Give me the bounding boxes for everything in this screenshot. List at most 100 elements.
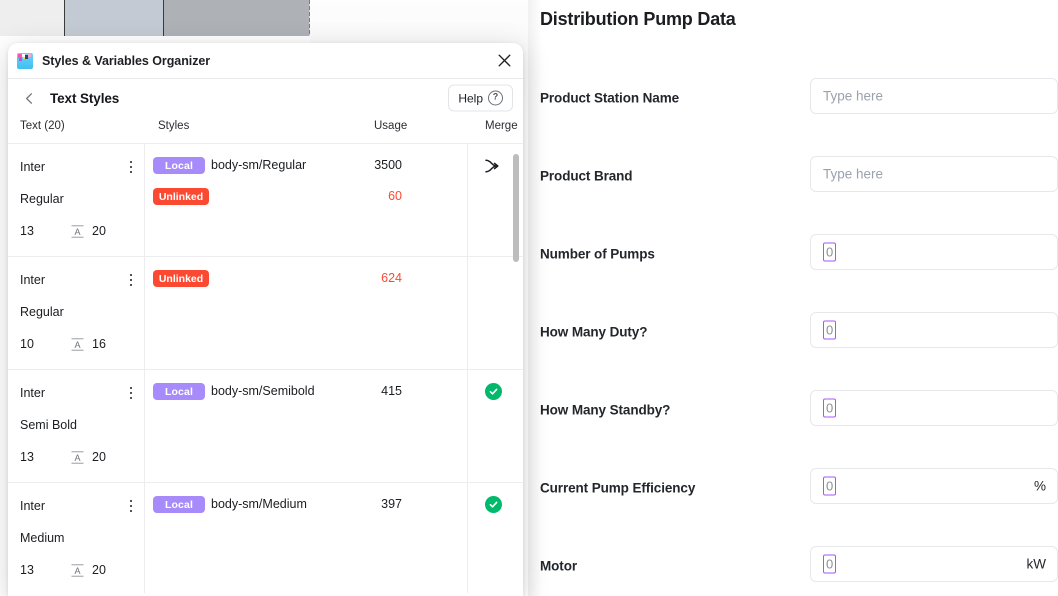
font-size-label: 13 (20, 450, 34, 464)
font-weight-label: Semi Bold (20, 418, 77, 432)
line-height-value: 20 (92, 450, 106, 464)
unlinked-usage-count: 624 (381, 271, 402, 285)
usage-count: 3500 (374, 158, 402, 172)
form-row: Motor 0 kW (528, 546, 1058, 586)
current-pump-efficiency-input[interactable]: 0 % (810, 468, 1058, 504)
font-size-label: 13 (20, 563, 34, 577)
line-height-icon: A (70, 450, 85, 465)
scrollbar-thumb[interactable] (513, 154, 519, 262)
style-name-label: body-sm/Medium (211, 497, 307, 511)
more-vertical-icon[interactable] (124, 271, 138, 289)
font-weight-label: Regular (20, 192, 64, 206)
form-title: Distribution Pump Data (540, 9, 736, 29)
cell-divider (144, 257, 145, 369)
field-label: Number of Pumps (540, 246, 655, 262)
line-height-icon: A (70, 224, 85, 239)
unlinked-chip: Unlinked (153, 188, 209, 205)
product-station-name-input[interactable]: Type here (810, 78, 1058, 114)
field-value: 0 (826, 322, 834, 338)
font-size-label: 10 (20, 337, 34, 351)
column-header-styles: Styles (158, 120, 190, 132)
value-selection-box: 0 (823, 554, 837, 574)
more-vertical-icon[interactable] (124, 384, 138, 402)
column-header-usage: Usage (374, 120, 408, 132)
help-button-label: Help (458, 91, 483, 105)
font-family-label: Inter (20, 386, 46, 400)
canvas-block-selected (64, 0, 164, 36)
more-vertical-icon[interactable] (124, 158, 138, 176)
dialog-subheader: Text Styles Help ? (8, 79, 523, 117)
merge-arrow-icon[interactable] (483, 156, 503, 176)
canvas-block-light (0, 0, 64, 36)
value-selection-box: 0 (823, 320, 837, 340)
column-header-merge: Merge (485, 120, 518, 132)
field-label: How Many Standby? (540, 402, 671, 418)
table-row[interactable]: Inter Regular 10 A 16 Unlinked 624 (8, 257, 523, 370)
style-name-label: body-sm/Regular (211, 158, 307, 172)
font-size-label: 13 (20, 224, 34, 238)
form-row: Current Pump Efficiency 0 % (528, 468, 1058, 508)
column-header-text: Text (20) (20, 120, 65, 132)
unlinked-usage-count: 60 (388, 189, 402, 203)
product-brand-input[interactable]: Type here (810, 156, 1058, 192)
cell-divider (144, 370, 145, 482)
check-circle-icon[interactable] (485, 383, 502, 400)
style-scope-chip: Local (153, 157, 205, 174)
font-weight-label: Regular (20, 305, 64, 319)
form-row: Number of Pumps 0 (528, 234, 1058, 274)
how-many-standby-input[interactable]: 0 (810, 390, 1058, 426)
field-label: How Many Duty? (540, 324, 648, 340)
value-selection-box: 0 (823, 398, 837, 418)
svg-text:A: A (74, 227, 80, 237)
number-of-pumps-input[interactable]: 0 (810, 234, 1058, 270)
svg-text:A: A (74, 453, 80, 463)
app-root: Distribution Pump Data Product Station N… (0, 0, 1058, 596)
field-unit: kW (1026, 556, 1047, 572)
style-scope-chip: Local (153, 383, 205, 400)
value-selection-box: 0 (823, 476, 837, 496)
field-value: 0 (826, 478, 834, 494)
more-vertical-icon[interactable] (124, 497, 138, 515)
usage-count: 397 (381, 497, 402, 511)
font-family-label: Inter (20, 273, 46, 287)
font-family-label: Inter (20, 499, 46, 513)
check-circle-icon[interactable] (485, 496, 502, 513)
canvas-block-gray (164, 0, 310, 36)
field-value: 0 (826, 400, 834, 416)
table-scrollbar[interactable] (512, 144, 520, 593)
field-value: 0 (826, 244, 834, 260)
line-height-icon: A (70, 563, 85, 578)
font-weight-label: Medium (20, 531, 65, 545)
font-family-label: Inter (20, 160, 46, 174)
usage-count: 415 (381, 384, 402, 398)
line-height-icon: A (70, 337, 85, 352)
page-title: Text Styles (50, 90, 120, 106)
field-label: Product Station Name (540, 90, 680, 106)
svg-text:A: A (74, 340, 80, 350)
form-row: How Many Standby? 0 (528, 390, 1058, 430)
chevron-left-icon[interactable] (20, 89, 38, 107)
table-row[interactable]: Inter Semi Bold 13 A 20 Local body-sm/Se… (8, 370, 523, 483)
value-selection-box: 0 (823, 242, 837, 262)
svg-text:A: A (74, 566, 80, 576)
style-name-label: body-sm/Semibold (211, 384, 315, 398)
motor-input[interactable]: 0 kW (810, 546, 1058, 582)
field-label: Current Pump Efficiency (540, 480, 696, 496)
table-row[interactable]: Inter Regular 13 A 20 Local body-sm/Regu… (8, 144, 523, 257)
field-placeholder: Type here (823, 166, 884, 182)
close-icon[interactable] (493, 50, 515, 72)
form-row: Product Station Name Type here (528, 78, 1058, 118)
palette-icon (17, 52, 33, 69)
line-height-value: 20 (92, 224, 106, 238)
cell-divider (144, 483, 145, 593)
unlinked-chip: Unlinked (153, 270, 209, 287)
how-many-duty-input[interactable]: 0 (810, 312, 1058, 348)
cell-divider (144, 144, 145, 256)
table-row[interactable]: Inter Medium 13 A 20 Local body-sm/Mediu… (8, 483, 523, 593)
line-height-value: 20 (92, 563, 106, 577)
help-button[interactable]: Help ? (448, 84, 513, 112)
form-panel: Distribution Pump Data Product Station N… (528, 0, 1058, 596)
field-label: Motor (540, 558, 577, 574)
form-row: Product Brand Type here (528, 156, 1058, 196)
question-circle-icon: ? (488, 90, 503, 106)
